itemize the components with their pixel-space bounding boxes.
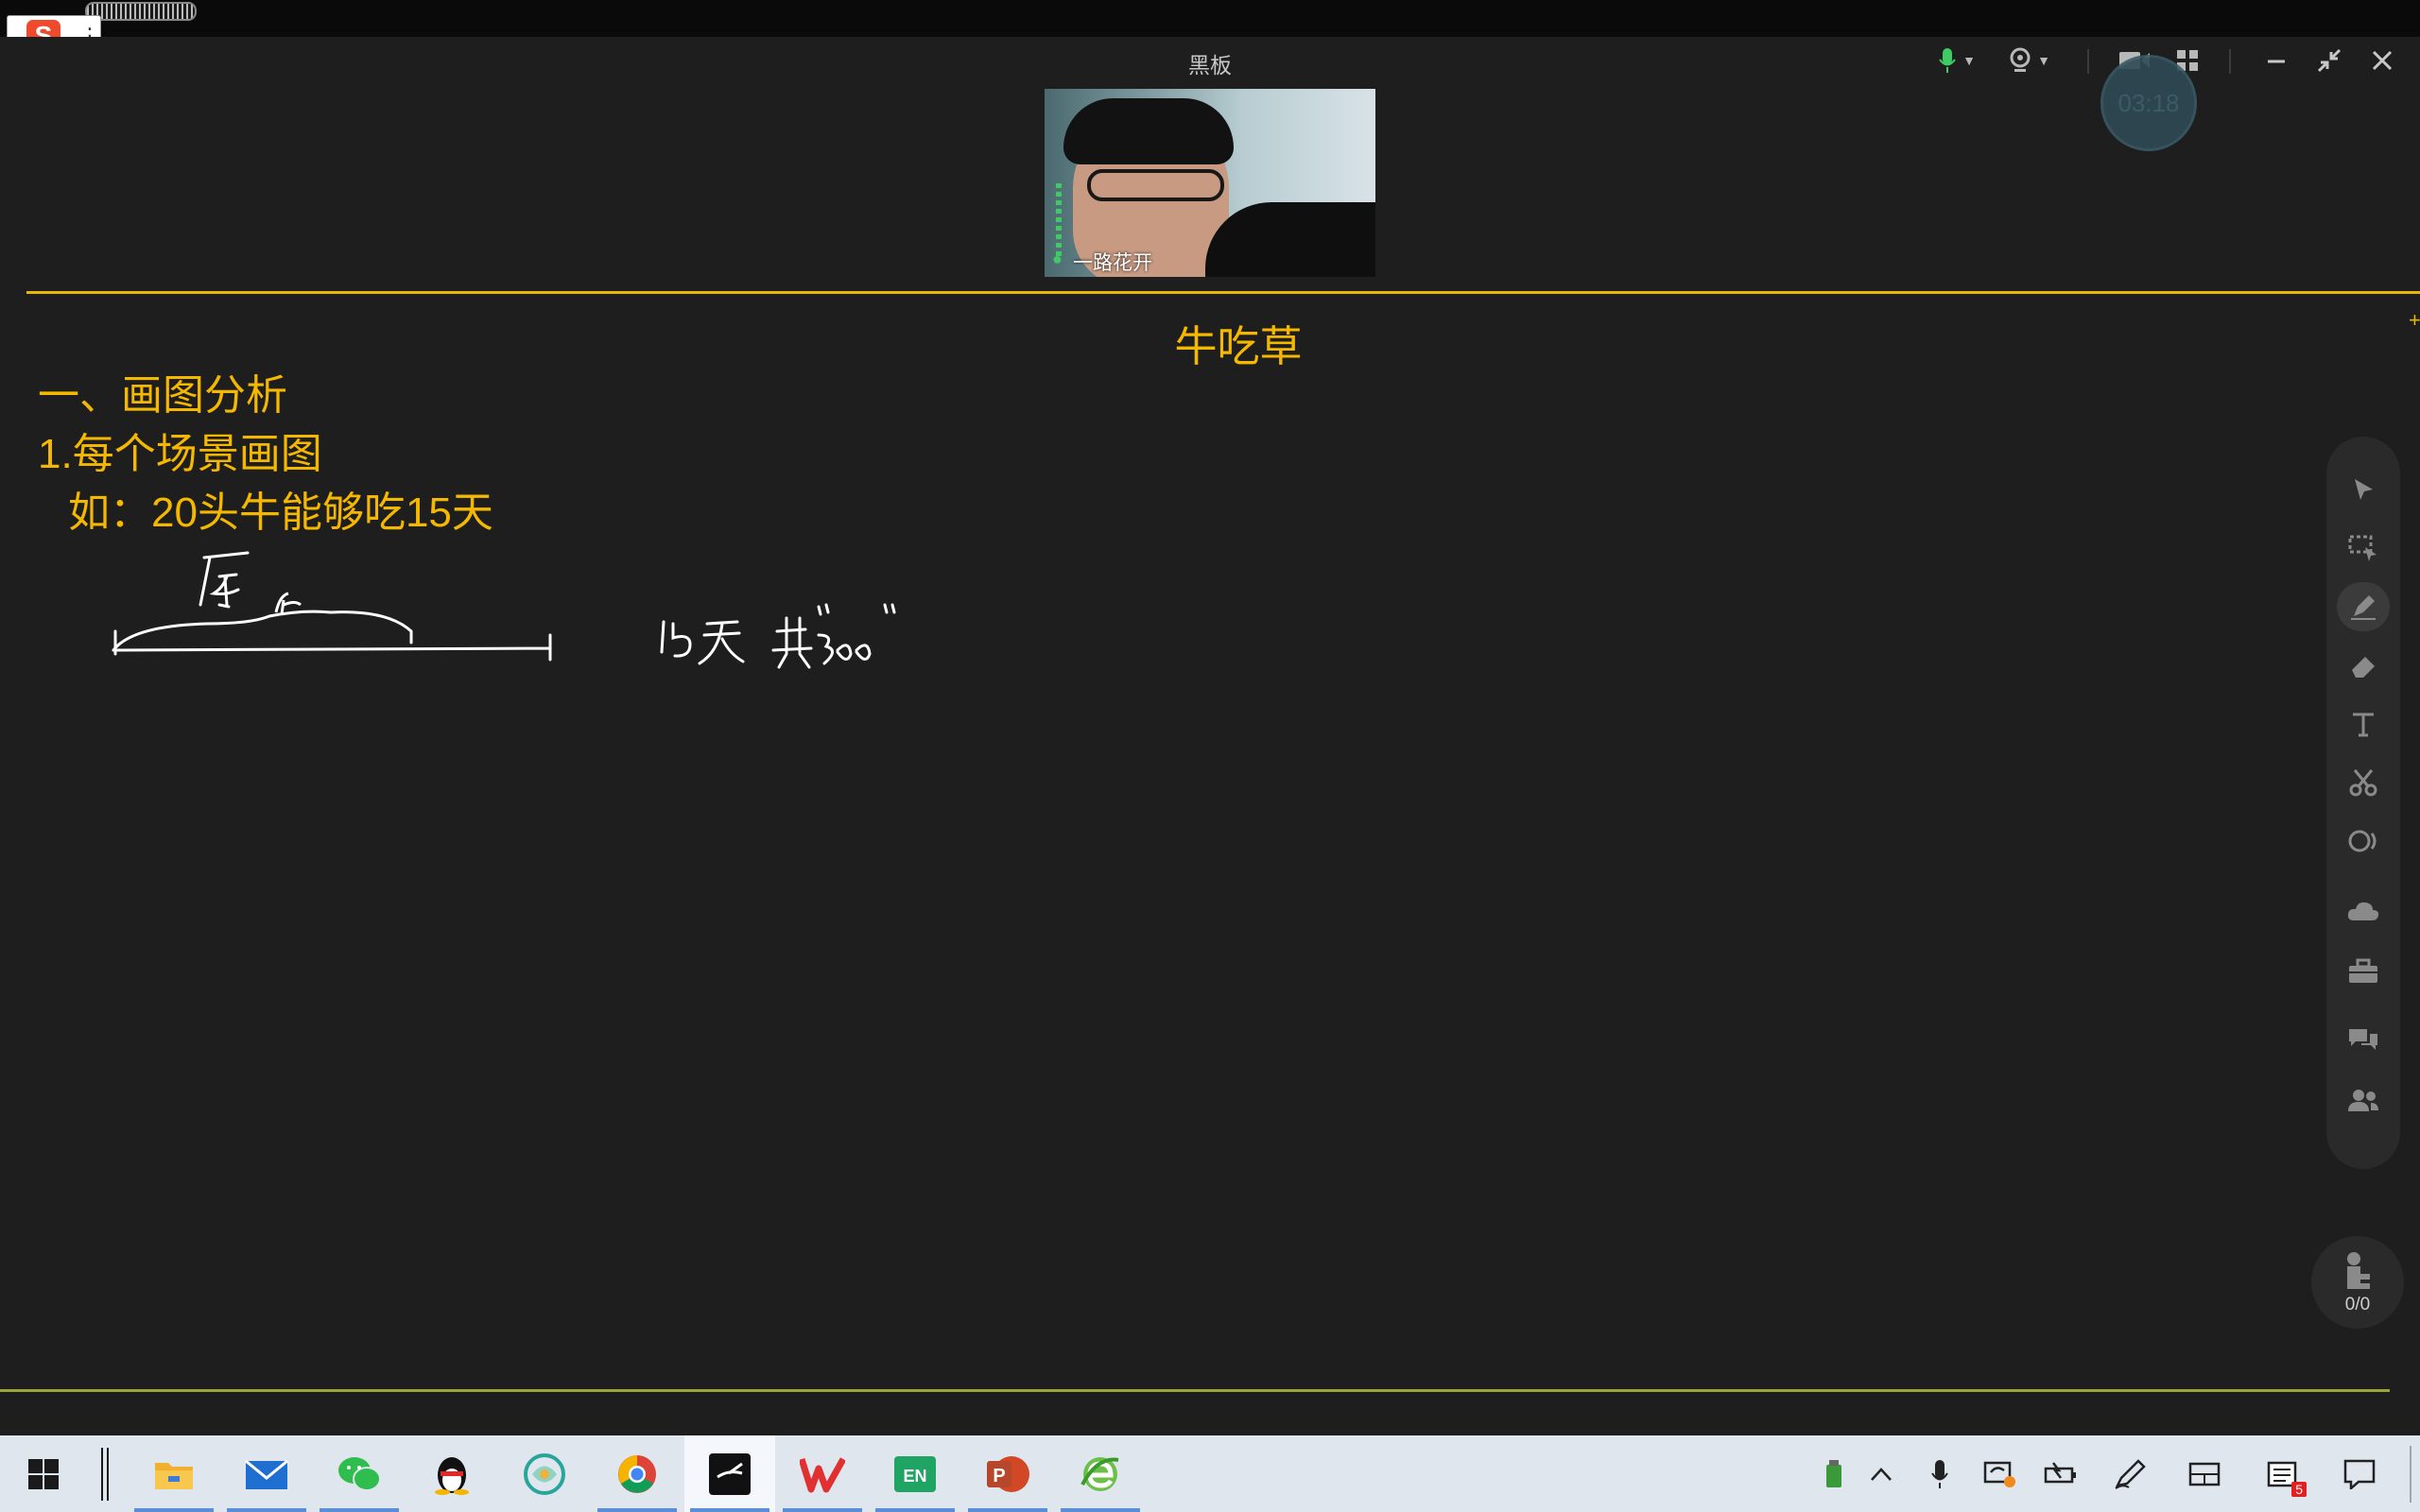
cursor-icon: [2355, 479, 2373, 500]
tool-pen[interactable]: [2337, 582, 2390, 631]
scissors-icon: [2349, 769, 2377, 797]
whiteboard-toolbar: [2326, 437, 2400, 1169]
tray-touch-keyboard[interactable]: [2176, 1435, 2233, 1512]
handwritten-total-300: [771, 603, 896, 669]
battery-charging-icon: [2044, 1461, 2076, 1483]
chevron-up-icon: [1871, 1467, 1892, 1481]
running-indicator: [690, 1508, 769, 1512]
tray-show-hidden-icons[interactable]: [1853, 1435, 1910, 1512]
qq-penguin-icon: [435, 1456, 469, 1495]
chat-icon: [2349, 1029, 2377, 1050]
board-bottom-line: [0, 1389, 2390, 1392]
running-indicator: [875, 1508, 955, 1512]
tool-members[interactable]: [2337, 1075, 2390, 1125]
cloud-icon: [2347, 902, 2379, 920]
tool-area-select[interactable]: [2337, 524, 2390, 573]
taskbar-wechat[interactable]: [314, 1435, 405, 1512]
taskbar-pen-divider[interactable]: [91, 1435, 119, 1512]
show-desktop-button[interactable]: [2401, 1435, 2420, 1512]
tool-chat[interactable]: [2337, 1015, 2390, 1064]
pen-workspace-icon: [2115, 1458, 2146, 1489]
taskbar-browser[interactable]: [1055, 1435, 1146, 1512]
tool-cut[interactable]: [2337, 758, 2390, 807]
swirl-app-icon: [524, 1452, 565, 1495]
microphone-icon: [1931, 1459, 1948, 1488]
taskbar-file-explorer[interactable]: [129, 1435, 219, 1512]
marquee-select-icon: [2348, 535, 2377, 561]
tray-sync[interactable]: [1972, 1435, 2029, 1512]
taskbar-mail[interactable]: [221, 1435, 312, 1512]
shape-icon: [2348, 830, 2377, 852]
taskbar-qq[interactable]: [406, 1435, 497, 1512]
tray-pen-workspace[interactable]: [2102, 1435, 2159, 1512]
tool-select[interactable]: [2337, 465, 2390, 514]
running-indicator: [1061, 1508, 1140, 1512]
hand-raise-count: 0/0: [2344, 1295, 2371, 1314]
sync-icon: [1983, 1461, 2015, 1487]
tool-shapes[interactable]: [2337, 816, 2390, 866]
svg-text:EN: EN: [903, 1467, 926, 1486]
action-center-icon: [2343, 1459, 2376, 1489]
taskbar-chrome[interactable]: [592, 1435, 683, 1512]
handwritten-timeline: [112, 629, 552, 662]
classroom-app-icon: [709, 1452, 751, 1495]
windows-logo-icon: [28, 1458, 59, 1489]
wps-icon: [800, 1456, 845, 1492]
show-desktop-icon: [2410, 1445, 2411, 1503]
hand-raise-button[interactable]: 0/0: [2311, 1236, 2404, 1329]
tray-action-center[interactable]: [2331, 1435, 2388, 1512]
handwriting-layer: [112, 551, 896, 669]
tray-power[interactable]: [2032, 1435, 2089, 1512]
toolbox-icon: [2349, 958, 2377, 983]
tool-eraser[interactable]: [2337, 641, 2390, 690]
raise-hand-icon: [2347, 1252, 2370, 1289]
running-indicator: [968, 1508, 1047, 1512]
members-icon: [2348, 1090, 2378, 1111]
separator-icon: [101, 1447, 109, 1501]
tool-cloud[interactable]: [2337, 886, 2390, 936]
en-app-icon: EN: [894, 1455, 936, 1492]
running-indicator: [320, 1508, 399, 1512]
pen-icon: [2351, 595, 2376, 620]
handwritten-15-days: [660, 620, 745, 665]
running-indicator: [227, 1508, 306, 1512]
taskbar-english-app[interactable]: EN: [870, 1435, 960, 1512]
start-button[interactable]: [0, 1435, 87, 1512]
text-icon: [2353, 713, 2374, 737]
wechat-icon: [338, 1456, 381, 1491]
keyboard-icon: [2188, 1462, 2221, 1486]
taskbar-app-swirl[interactable]: [499, 1435, 590, 1512]
chrome-icon: [618, 1454, 656, 1493]
handwritten-grass-curve: [112, 610, 413, 652]
eraser-icon: [2352, 657, 2375, 678]
svg-text:P: P: [993, 1466, 1005, 1486]
powerpoint-icon: P: [987, 1455, 1029, 1492]
tool-text[interactable]: [2337, 699, 2390, 748]
notification-badge: 5: [2291, 1482, 2307, 1497]
tool-toolbox[interactable]: [2337, 947, 2390, 996]
taskbar-powerpoint[interactable]: P: [962, 1435, 1053, 1512]
mail-icon: [245, 1459, 288, 1489]
windows-taskbar: EN P 5: [0, 1435, 2420, 1512]
folder-icon: [155, 1462, 193, 1489]
running-indicator: [783, 1508, 862, 1512]
tray-microphone[interactable]: [1911, 1435, 1968, 1512]
taskbar-wps[interactable]: [777, 1435, 868, 1512]
running-indicator: [134, 1508, 214, 1512]
taskbar-classroom-app[interactable]: [684, 1435, 775, 1512]
handwritten-original-char: [199, 551, 250, 609]
running-indicator: [597, 1508, 677, 1512]
tray-notifications-app[interactable]: 5: [2256, 1435, 2312, 1512]
usb-drive-icon: [1826, 1459, 1841, 1487]
browser-e-icon: [1080, 1456, 1119, 1491]
